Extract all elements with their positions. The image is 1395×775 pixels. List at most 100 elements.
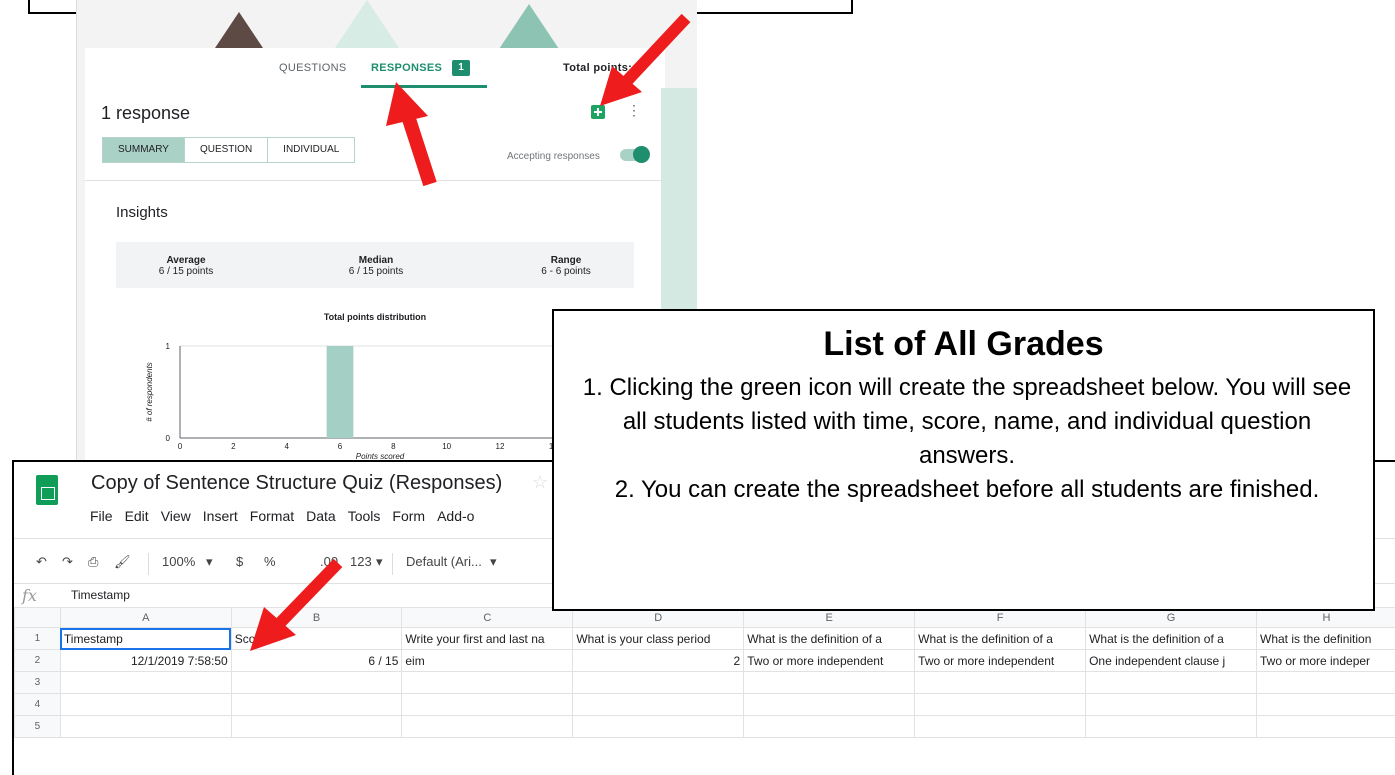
toolbar-divider: [392, 553, 393, 575]
paint-format-icon[interactable]: 🖌: [114, 554, 131, 570]
x-tick-label: 0: [178, 442, 183, 451]
cell[interactable]: [60, 716, 231, 738]
cell[interactable]: [573, 672, 744, 694]
chevron-down-icon[interactable]: ▾: [206, 554, 213, 570]
cell[interactable]: [1257, 716, 1395, 738]
toggle-knob[interactable]: [633, 146, 650, 163]
cell[interactable]: [60, 672, 231, 694]
cell[interactable]: [744, 672, 915, 694]
row-header[interactable]: 4: [15, 694, 61, 716]
stat-label: Median: [316, 255, 436, 266]
responses-count-badge: 1: [452, 60, 470, 76]
individual-button[interactable]: INDIVIDUAL: [268, 138, 354, 162]
stat-value: 6 / 15 points: [159, 266, 213, 277]
x-tick-label: 2: [231, 442, 236, 451]
x-tick-label: 8: [391, 442, 396, 451]
menu-format[interactable]: Format: [250, 508, 294, 524]
row-header[interactable]: 5: [15, 716, 61, 738]
menu-file[interactable]: File: [90, 508, 113, 524]
cell[interactable]: [915, 672, 1086, 694]
table-row: 2 12/1/2019 7:58:50 6 / 15 eim 2 Two or …: [15, 650, 1395, 672]
spreadsheet-grid: A B C D E F G H 1 Timestamp Score Write …: [14, 607, 1395, 738]
insights-heading: Insights: [116, 204, 168, 221]
row-header[interactable]: 1: [15, 628, 61, 650]
info-callout-box: List of All Grades 1. Clicking the green…: [552, 309, 1375, 611]
chevron-down-icon[interactable]: ▾: [490, 554, 497, 570]
menu-edit[interactable]: Edit: [125, 508, 149, 524]
row-header[interactable]: 3: [15, 672, 61, 694]
stat-range: Range6 - 6 points: [506, 255, 626, 277]
cell[interactable]: [1086, 672, 1257, 694]
formula-input[interactable]: Timestamp: [71, 588, 130, 602]
redo-icon[interactable]: ↷: [62, 554, 73, 570]
menu-addons[interactable]: Add-o: [437, 508, 474, 524]
cell[interactable]: 12/1/2019 7:58:50: [60, 650, 231, 672]
cell[interactable]: [573, 694, 744, 716]
summary-button[interactable]: SUMMARY: [103, 138, 185, 162]
cell[interactable]: Timestamp: [60, 628, 231, 650]
cell[interactable]: [231, 672, 402, 694]
menu-tools[interactable]: Tools: [348, 508, 381, 524]
star-icon[interactable]: ☆: [532, 472, 548, 493]
y-axis-label: # of respondents: [145, 362, 154, 422]
row-header[interactable]: 2: [15, 650, 61, 672]
document-title[interactable]: Copy of Sentence Structure Quiz (Respons…: [91, 472, 502, 495]
cell[interactable]: [915, 694, 1086, 716]
question-button[interactable]: QUESTION: [185, 138, 268, 162]
x-tick-label: 12: [496, 442, 505, 451]
menu-data[interactable]: Data: [306, 508, 336, 524]
cell[interactable]: [1086, 694, 1257, 716]
column-header[interactable]: C: [402, 608, 573, 628]
cell[interactable]: What is the definition of a: [915, 628, 1086, 650]
cell[interactable]: [402, 694, 573, 716]
stat-label: Range: [506, 255, 626, 266]
cell[interactable]: [231, 716, 402, 738]
insights-stats: Average6 / 15 points Median6 / 15 points…: [116, 242, 634, 288]
column-header[interactable]: A: [60, 608, 231, 628]
tab-responses[interactable]: RESPONSES: [371, 62, 442, 74]
red-arrow-icon: [380, 80, 460, 190]
font-select[interactable]: Default (Ari...: [406, 554, 482, 569]
cell[interactable]: [915, 716, 1086, 738]
x-tick-label: 6: [338, 442, 343, 451]
chevron-down-icon[interactable]: ▾: [376, 554, 383, 570]
cell[interactable]: [1086, 716, 1257, 738]
cell[interactable]: What is the definition of a: [1086, 628, 1257, 650]
callout-item: 1. Clicking the green icon will create t…: [572, 371, 1362, 473]
cell[interactable]: [231, 694, 402, 716]
cell[interactable]: Two or more independent: [915, 650, 1086, 672]
cell[interactable]: What is the definition of a: [744, 628, 915, 650]
cell[interactable]: [744, 694, 915, 716]
cell[interactable]: What is the definition: [1257, 628, 1395, 650]
cell[interactable]: [402, 716, 573, 738]
tab-questions[interactable]: QUESTIONS: [279, 62, 347, 74]
stat-value: 6 / 15 points: [349, 266, 403, 277]
menu-view[interactable]: View: [161, 508, 191, 524]
cell[interactable]: [1257, 672, 1395, 694]
cell[interactable]: [402, 672, 573, 694]
cell[interactable]: 2: [573, 650, 744, 672]
zoom-select[interactable]: 100%: [162, 554, 195, 569]
cell[interactable]: [573, 716, 744, 738]
table-row: 3: [15, 672, 1395, 694]
cell[interactable]: [744, 716, 915, 738]
menu-form[interactable]: Form: [392, 508, 425, 524]
cell[interactable]: One independent clause j: [1086, 650, 1257, 672]
cell[interactable]: Two or more indeper: [1257, 650, 1395, 672]
response-count-title: 1 response: [101, 103, 190, 124]
cell[interactable]: Write your first and last na: [402, 628, 573, 650]
chart-bar: [327, 346, 354, 438]
select-all-corner[interactable]: [15, 608, 61, 628]
cell[interactable]: eim: [402, 650, 573, 672]
menu-insert[interactable]: Insert: [203, 508, 238, 524]
stat-average: Average6 / 15 points: [126, 255, 246, 277]
cell[interactable]: [60, 694, 231, 716]
cell[interactable]: Two or more independent: [744, 650, 915, 672]
fx-icon: fx: [22, 586, 37, 605]
undo-icon[interactable]: ↶: [36, 554, 47, 570]
print-icon[interactable]: ⎙: [88, 554, 98, 570]
cell[interactable]: [1257, 694, 1395, 716]
toolbar-divider: [148, 553, 149, 575]
cell[interactable]: What is your class period: [573, 628, 744, 650]
number-format-select[interactable]: 123: [350, 554, 372, 569]
